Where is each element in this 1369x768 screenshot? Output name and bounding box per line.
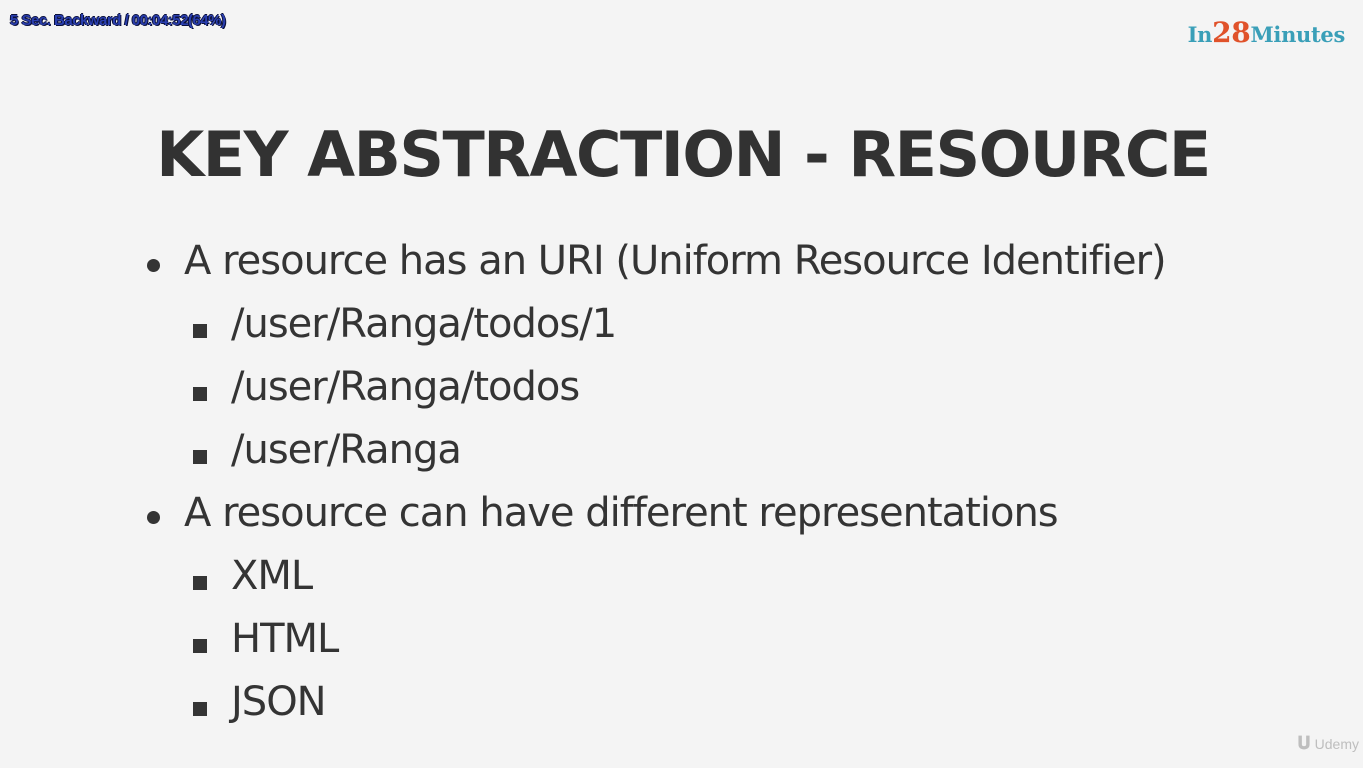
sub-bullet-square-icon (193, 576, 207, 590)
sub-bullet-text: XML (231, 553, 313, 599)
sub-bullet-text: /user/Ranga/todos (231, 364, 580, 410)
sub-bullet-text: HTML (231, 616, 339, 662)
sub-bullet-item: JSON (144, 677, 1334, 740)
sub-bullet-square-icon (193, 702, 207, 716)
sub-bullet-item: XML (144, 551, 1334, 614)
logo-part-in: In (1187, 22, 1213, 47)
udemy-watermark: 𝐔 Udemy (1297, 733, 1359, 754)
sub-bullet-text: /user/Ranga (231, 427, 462, 473)
logo-part-28: 28 (1212, 16, 1251, 49)
sub-bullet-text: JSON (231, 679, 327, 725)
bullet-dot-icon (147, 511, 160, 524)
sub-bullet-item: /user/Ranga (144, 425, 1334, 488)
slide-bullet-list: A resource has an URI (Uniform Resource … (144, 236, 1334, 740)
in28minutes-logo: In28Minutes (1187, 16, 1346, 49)
sub-bullet-square-icon (193, 450, 207, 464)
bullet-text: A resource has an URI (Uniform Resource … (184, 238, 1167, 284)
bullet-item: A resource can have different representa… (144, 488, 1334, 551)
sub-bullet-square-icon (193, 639, 207, 653)
video-frame: 5 Sec. Backward / 00:04:52(64%) In28Minu… (0, 0, 1369, 768)
sub-bullet-item: HTML (144, 614, 1334, 677)
logo-part-minutes: Minutes (1250, 22, 1345, 47)
bullet-text: A resource can have different representa… (184, 490, 1059, 536)
right-edge-strip (1363, 0, 1369, 768)
bullet-item: A resource has an URI (Uniform Resource … (144, 236, 1334, 299)
bullet-dot-icon (147, 259, 160, 272)
sub-bullet-text: /user/Ranga/todos/1 (231, 301, 617, 347)
player-status-overlay: 5 Sec. Backward / 00:04:52(64%) (10, 12, 226, 29)
sub-bullet-square-icon (193, 387, 207, 401)
sub-bullet-item: /user/Ranga/todos/1 (144, 299, 1334, 362)
watermark-text: Udemy (1314, 735, 1359, 752)
sub-bullet-item: /user/Ranga/todos (144, 362, 1334, 425)
slide-title: KEY ABSTRACTION - RESOURCE (156, 118, 1211, 191)
sub-bullet-square-icon (193, 324, 207, 338)
udemy-logo-icon: 𝐔 (1297, 733, 1311, 753)
